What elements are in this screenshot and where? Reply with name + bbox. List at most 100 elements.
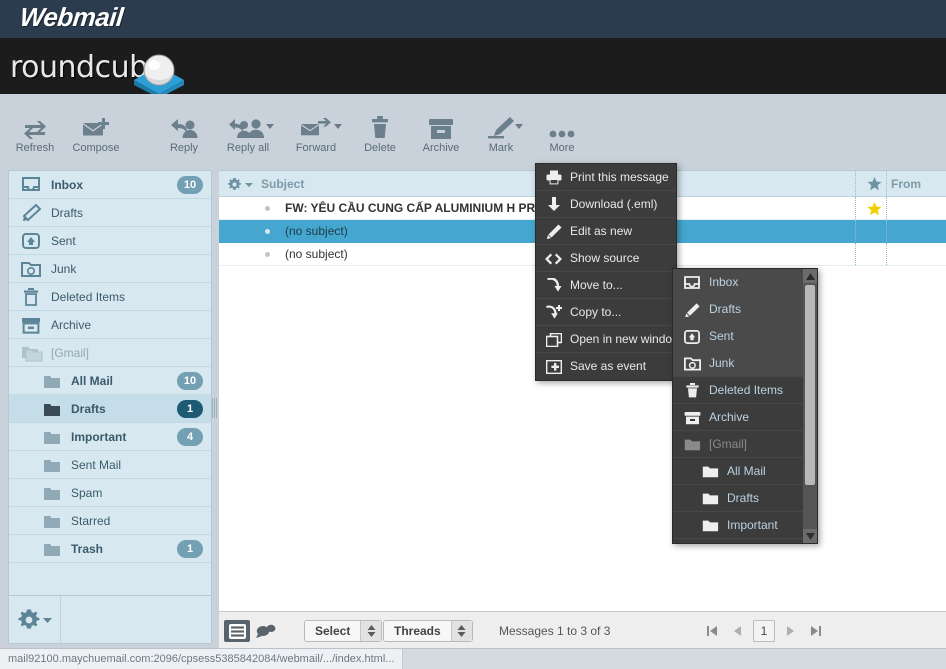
next-page-icon bbox=[787, 626, 794, 636]
menu-item-label: Open in new window bbox=[570, 332, 681, 346]
folder-unread-badge: 10 bbox=[177, 372, 203, 390]
submenu-scrollbar[interactable] bbox=[803, 269, 817, 543]
sidebar-item-sent-mail[interactable]: Sent Mail bbox=[9, 451, 211, 479]
main-toolbar: Refresh Compose Reply Reply all Forward … bbox=[0, 94, 946, 168]
delete-button[interactable]: Delete bbox=[345, 110, 415, 160]
sidebar-item-drafts[interactable]: Drafts bbox=[9, 199, 211, 227]
trash-icon bbox=[683, 382, 701, 399]
folder-icon bbox=[701, 463, 719, 480]
message-flag-star[interactable] bbox=[859, 197, 889, 220]
threads-dropdown[interactable]: Threads bbox=[383, 620, 473, 642]
threads-label: Threads bbox=[394, 624, 441, 638]
menu-item-download[interactable]: Download (.eml) bbox=[536, 191, 676, 218]
column-header-flag[interactable] bbox=[859, 171, 889, 197]
refresh-button[interactable]: Refresh bbox=[0, 110, 70, 160]
last-page-button[interactable] bbox=[803, 620, 829, 642]
submenu-item-all-mail[interactable]: All Mail bbox=[673, 458, 817, 485]
list-view-mode-button[interactable] bbox=[224, 620, 250, 642]
list-options-button[interactable] bbox=[227, 176, 253, 192]
junk-icon bbox=[21, 260, 41, 278]
compose-icon bbox=[61, 110, 131, 140]
submenu-item-gmail[interactable]: [Gmail] bbox=[673, 431, 817, 458]
prev-page-button[interactable] bbox=[725, 620, 751, 642]
menu-item-label: Move to... bbox=[570, 278, 623, 292]
sidebar-item-starred[interactable]: Starred bbox=[9, 507, 211, 535]
compose-button[interactable]: Compose bbox=[61, 110, 131, 160]
submenu-item-junk[interactable]: Junk bbox=[673, 350, 817, 377]
folder-target-submenu: Inbox Drafts Sent Junk Deleted Items Arc… bbox=[672, 268, 818, 544]
column-header-from[interactable]: From bbox=[891, 171, 921, 197]
forward-label: Forward bbox=[295, 142, 337, 154]
move-arrow-icon bbox=[545, 277, 562, 294]
submenu-item-label: Archive bbox=[709, 410, 750, 424]
folder-icon bbox=[43, 484, 63, 502]
scroll-up-button[interactable] bbox=[803, 269, 817, 283]
reply-all-dropdown-caret[interactable] bbox=[266, 124, 276, 136]
folder-unread-badge: 10 bbox=[177, 176, 203, 194]
sidebar-item-gmail[interactable]: [Gmail] bbox=[9, 339, 211, 367]
more-button[interactable]: More bbox=[527, 110, 597, 160]
more-label: More bbox=[549, 142, 575, 154]
sidebar-item-junk[interactable]: Junk bbox=[9, 255, 211, 283]
spinner-arrows-icon bbox=[360, 621, 382, 641]
menu-item-label: Show source bbox=[570, 251, 640, 265]
submenu-item-drafts[interactable]: Drafts bbox=[673, 296, 817, 323]
conversation-view-mode-button[interactable] bbox=[253, 620, 279, 642]
scrollbar-thumb[interactable] bbox=[805, 285, 815, 485]
sidebar-item-spam[interactable]: Spam bbox=[9, 479, 211, 507]
folder-list[interactable]: Inbox 10 Drafts Sent Junk Deleted Items … bbox=[9, 171, 211, 595]
submenu-item-sent[interactable]: Sent bbox=[673, 323, 817, 350]
select-dropdown[interactable]: Select bbox=[304, 620, 383, 642]
menu-item-edit-as-new[interactable]: Edit as new bbox=[536, 218, 676, 245]
submenu-item-label: Drafts bbox=[727, 491, 760, 505]
submenu-item-inbox[interactable]: Inbox bbox=[673, 269, 817, 296]
chevron-down-icon bbox=[266, 124, 274, 129]
column-header-subject[interactable]: Subject bbox=[261, 171, 304, 197]
menu-item-print[interactable]: Print this message bbox=[536, 164, 676, 191]
sidebar-splitter-handle[interactable] bbox=[211, 398, 219, 418]
status-url-text: mail92100.maychuemail.com:2096/cpsess538… bbox=[0, 649, 404, 669]
submenu-item-label: Deleted Items bbox=[709, 383, 784, 397]
submenu-item-label: Junk bbox=[709, 356, 735, 370]
menu-item-show-source[interactable]: Show source bbox=[536, 245, 676, 272]
mark-dropdown-caret[interactable] bbox=[515, 124, 525, 136]
submenu-item-archive[interactable]: Archive bbox=[673, 404, 817, 431]
next-page-button[interactable] bbox=[777, 620, 803, 642]
sidebar-item-deleted-items[interactable]: Deleted Items bbox=[9, 283, 211, 311]
copy-arrow-icon bbox=[545, 304, 562, 321]
sidebar-item-sent[interactable]: Sent bbox=[9, 227, 211, 255]
menu-item-save-as-event[interactable]: Save as event bbox=[536, 353, 676, 380]
caret-up-icon bbox=[805, 272, 815, 280]
page-number-input[interactable]: 1 bbox=[753, 620, 775, 642]
submenu-item-important[interactable]: Important bbox=[673, 512, 817, 539]
folder-icon bbox=[43, 540, 63, 558]
menu-item-copy-to[interactable]: Copy to... bbox=[536, 299, 676, 326]
first-page-button[interactable] bbox=[699, 620, 725, 642]
sidebar-item-trash[interactable]: Trash 1 bbox=[9, 535, 211, 563]
pencil-icon bbox=[683, 301, 701, 318]
calendar-icon bbox=[545, 358, 562, 375]
scroll-down-button[interactable] bbox=[803, 529, 817, 543]
forward-dropdown-caret[interactable] bbox=[334, 124, 344, 136]
mark-button[interactable]: Mark bbox=[466, 110, 536, 160]
printer-icon bbox=[545, 169, 562, 186]
sidebar-item-archive[interactable]: Archive bbox=[9, 311, 211, 339]
submenu-item-label: Inbox bbox=[709, 275, 739, 289]
junk-icon bbox=[683, 355, 701, 372]
folder-settings-button[interactable] bbox=[9, 596, 61, 643]
folder-label: Drafts bbox=[51, 206, 84, 220]
window-icon bbox=[545, 331, 562, 348]
folder-icon bbox=[683, 436, 701, 453]
menu-item-move-to[interactable]: Move to... bbox=[536, 272, 676, 299]
inbox-icon bbox=[21, 176, 41, 194]
reply-button[interactable]: Reply bbox=[149, 110, 219, 160]
sidebar-item-inbox[interactable]: Inbox 10 bbox=[9, 171, 211, 199]
folder-label: Junk bbox=[51, 262, 77, 276]
sidebar-item-important[interactable]: Important 4 bbox=[9, 423, 211, 451]
first-page-icon bbox=[707, 626, 717, 636]
sidebar-item-all-mail[interactable]: All Mail 10 bbox=[9, 367, 211, 395]
menu-item-open-in-new-window[interactable]: Open in new window bbox=[536, 326, 681, 353]
submenu-item-drafts-gmail[interactable]: Drafts bbox=[673, 485, 817, 512]
submenu-item-deleted-items[interactable]: Deleted Items bbox=[673, 377, 817, 404]
sidebar-item-drafts-gmail[interactable]: Drafts 1 bbox=[9, 395, 211, 423]
